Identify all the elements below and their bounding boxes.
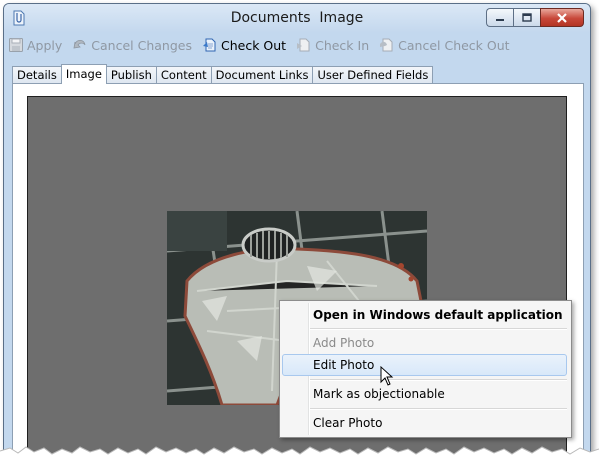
cancel-changes-button[interactable]: Cancel Changes: [72, 37, 192, 53]
maximize-icon: [522, 13, 532, 22]
tab-user-defined-fields[interactable]: User Defined Fields: [312, 66, 434, 84]
mouse-pointer-icon: [380, 366, 394, 386]
clear-photo-item[interactable]: Clear Photo: [282, 412, 567, 434]
title-bar[interactable]: Documents Image: [4, 4, 590, 32]
check-in-document-icon: [297, 38, 310, 52]
maximize-button[interactable]: [513, 8, 540, 27]
menu-separator: [310, 328, 567, 330]
mark-objectionable-item[interactable]: Mark as objectionable: [282, 383, 567, 405]
check-in-button[interactable]: Check In: [296, 37, 369, 53]
tab-content[interactable]: Content: [155, 66, 212, 84]
toolbar: Apply Cancel Changes Check Out Check In: [8, 34, 520, 56]
open-in-default-app-item[interactable]: Open in Windows default application: [282, 304, 567, 326]
check-out-label: Check Out: [221, 37, 287, 53]
cancel-check-out-icon: [380, 38, 393, 52]
torn-edge: [0, 446, 599, 470]
close-button[interactable]: [540, 8, 584, 27]
tab-document-links[interactable]: Document Links: [210, 66, 314, 84]
cancel-check-out-button[interactable]: Cancel Check Out: [379, 37, 510, 53]
edit-photo-item[interactable]: Edit Photo: [282, 354, 567, 376]
cancel-check-out-label: Cancel Check Out: [398, 37, 510, 53]
menu-separator: [310, 408, 567, 410]
check-out-document-icon: [203, 38, 216, 52]
save-icon: [9, 38, 23, 52]
apply-label: Apply: [27, 37, 63, 53]
context-menu: Open in Windows default application Add …: [279, 300, 572, 438]
cancel-changes-label: Cancel Changes: [91, 37, 192, 53]
apply-button[interactable]: Apply: [8, 37, 62, 53]
tab-details[interactable]: Details: [12, 66, 62, 84]
tab-image[interactable]: Image: [60, 64, 107, 84]
check-in-label: Check In: [315, 37, 370, 53]
tab-strip: Details Image Publish Content Document L…: [12, 64, 434, 84]
check-out-button[interactable]: Check Out: [202, 37, 286, 53]
minimize-icon: [496, 18, 504, 21]
tab-publish[interactable]: Publish: [105, 66, 157, 84]
window-controls: [486, 8, 584, 27]
add-photo-item[interactable]: Add Photo: [282, 332, 567, 354]
undo-arrow-icon: [73, 39, 86, 49]
close-icon: [557, 12, 567, 23]
menu-separator: [310, 379, 567, 381]
minimize-button[interactable]: [486, 8, 513, 27]
